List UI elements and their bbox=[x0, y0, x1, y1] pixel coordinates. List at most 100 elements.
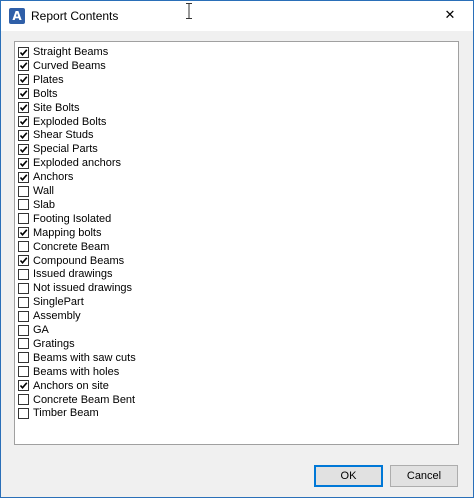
checkbox[interactable] bbox=[18, 46, 29, 58]
list-item[interactable]: Mapping bolts bbox=[18, 226, 102, 240]
checkbox[interactable] bbox=[18, 324, 29, 336]
list-item-label: Anchors bbox=[33, 171, 74, 184]
close-button[interactable]: ✕ bbox=[427, 1, 473, 31]
list-item-label: Exploded Bolts bbox=[33, 115, 107, 128]
checkmark-icon bbox=[19, 382, 28, 390]
list-item[interactable]: Timber Beam bbox=[18, 406, 99, 420]
checkbox[interactable] bbox=[18, 352, 29, 364]
checkbox[interactable] bbox=[18, 88, 29, 100]
checkbox[interactable] bbox=[18, 185, 29, 197]
list-item-label: Concrete Beam Bent bbox=[33, 393, 136, 406]
list-item-label: Straight Beams bbox=[33, 46, 109, 58]
list-item[interactable]: Concrete Beam Bent bbox=[18, 393, 135, 407]
list-item[interactable]: Shear Studs bbox=[18, 128, 94, 142]
list-item-label: GA bbox=[33, 324, 49, 336]
list-item-label: SinglePart bbox=[33, 296, 84, 309]
checkbox[interactable] bbox=[18, 74, 29, 86]
app-logo-icon: A bbox=[9, 8, 25, 24]
checkmark-icon bbox=[19, 90, 28, 98]
list-item[interactable]: Beams with holes bbox=[18, 365, 119, 379]
list-item-label: Site Bolts bbox=[33, 101, 80, 114]
checkmark-icon bbox=[19, 173, 28, 181]
list-item-label: Curved Beams bbox=[33, 59, 106, 72]
list-item[interactable]: Anchors on site bbox=[18, 379, 109, 393]
cancel-button[interactable]: Cancel bbox=[390, 465, 458, 487]
checkbox[interactable] bbox=[18, 129, 29, 141]
list-item[interactable]: Site Bolts bbox=[18, 101, 79, 115]
checkbox[interactable] bbox=[18, 213, 29, 225]
list-item[interactable]: Beams with saw cuts bbox=[18, 351, 136, 365]
ok-button[interactable]: OK bbox=[314, 465, 383, 487]
report-contents-checklist[interactable]: Straight Beams Curved Beams Plates Bolts Sit… bbox=[14, 41, 459, 445]
checkbox[interactable] bbox=[18, 310, 29, 322]
list-item[interactable]: Assembly bbox=[18, 309, 81, 323]
checkbox[interactable] bbox=[18, 338, 29, 350]
checkbox[interactable] bbox=[18, 171, 29, 183]
checkmark-icon bbox=[19, 229, 28, 237]
checkbox[interactable] bbox=[18, 199, 29, 211]
checkmark-icon bbox=[19, 159, 28, 167]
list-item[interactable]: Curved Beams bbox=[18, 59, 106, 73]
title-bar[interactable]: A Report Contents ✕ bbox=[1, 1, 473, 31]
checkbox[interactable] bbox=[18, 296, 29, 308]
list-item-label: Mapping bolts bbox=[33, 226, 102, 239]
text-cursor-icon bbox=[186, 3, 192, 19]
list-item[interactable]: Issued drawings bbox=[18, 267, 113, 281]
checkbox[interactable] bbox=[18, 282, 29, 294]
report-contents-dialog: A Report Contents ✕ Straight Beams Curved… bbox=[0, 0, 474, 498]
list-item-label: Wall bbox=[33, 185, 54, 197]
checkbox[interactable] bbox=[18, 157, 29, 169]
list-item[interactable]: Anchors bbox=[18, 170, 73, 184]
list-item[interactable]: Special Parts bbox=[18, 142, 98, 156]
list-item[interactable]: Exploded anchors bbox=[18, 156, 121, 170]
list-item[interactable]: Bolts bbox=[18, 87, 57, 101]
list-item-label: Gratings bbox=[33, 337, 75, 350]
list-item-label: Issued drawings bbox=[33, 268, 113, 281]
checkbox[interactable] bbox=[18, 380, 29, 392]
list-item-label: Special Parts bbox=[33, 143, 98, 156]
checkbox[interactable] bbox=[18, 143, 29, 155]
list-item-label: Compound Beams bbox=[33, 254, 125, 267]
checkbox[interactable] bbox=[18, 102, 29, 114]
checkmark-icon bbox=[19, 132, 28, 139]
list-item-label: Beams with holes bbox=[33, 365, 120, 378]
list-item[interactable]: Not issued drawings bbox=[18, 281, 132, 295]
list-item[interactable]: Gratings bbox=[18, 337, 75, 351]
list-item[interactable]: Slab bbox=[18, 198, 55, 212]
checkmark-icon bbox=[19, 104, 28, 112]
list-item-label: Shear Studs bbox=[33, 129, 94, 142]
checkmark-icon bbox=[19, 76, 28, 84]
checkbox[interactable] bbox=[18, 394, 29, 405]
list-item-label: Anchors on site bbox=[33, 379, 109, 392]
checkbox[interactable] bbox=[18, 407, 29, 419]
list-item-label: Beams with saw cuts bbox=[33, 351, 136, 364]
checkbox[interactable] bbox=[18, 241, 29, 253]
checkbox[interactable] bbox=[18, 268, 29, 280]
checkbox[interactable] bbox=[18, 255, 29, 266]
list-item-label: Assembly bbox=[33, 310, 81, 323]
list-item[interactable]: GA bbox=[18, 323, 49, 337]
list-item-label: Concrete Beam bbox=[33, 240, 110, 253]
checkbox[interactable] bbox=[18, 227, 29, 239]
list-item[interactable]: SinglePart bbox=[18, 295, 84, 309]
list-item[interactable]: Concrete Beam bbox=[18, 240, 109, 254]
list-item[interactable]: Footing Isolated bbox=[18, 212, 111, 226]
dialog-title: Report Contents bbox=[31, 9, 119, 23]
checkmark-icon bbox=[19, 257, 28, 265]
list-item[interactable]: Compound Beams bbox=[18, 254, 124, 268]
checkmark-icon bbox=[19, 146, 28, 153]
checkmark-icon bbox=[19, 62, 28, 70]
checkmark-icon bbox=[19, 48, 28, 56]
checkbox[interactable] bbox=[18, 60, 29, 72]
list-item[interactable]: Plates bbox=[18, 73, 64, 87]
list-item-label: Exploded anchors bbox=[33, 157, 122, 170]
list-item[interactable]: Straight Beams bbox=[18, 45, 108, 59]
checkbox[interactable] bbox=[18, 116, 29, 127]
list-item[interactable]: Wall bbox=[18, 184, 54, 198]
list-item[interactable]: Exploded Bolts bbox=[18, 115, 106, 129]
checkmark-icon bbox=[19, 118, 28, 126]
list-item-label: Slab bbox=[33, 198, 56, 211]
checkbox[interactable] bbox=[18, 366, 29, 378]
list-item-label: Footing Isolated bbox=[33, 212, 112, 225]
list-item-label: Timber Beam bbox=[33, 407, 99, 420]
